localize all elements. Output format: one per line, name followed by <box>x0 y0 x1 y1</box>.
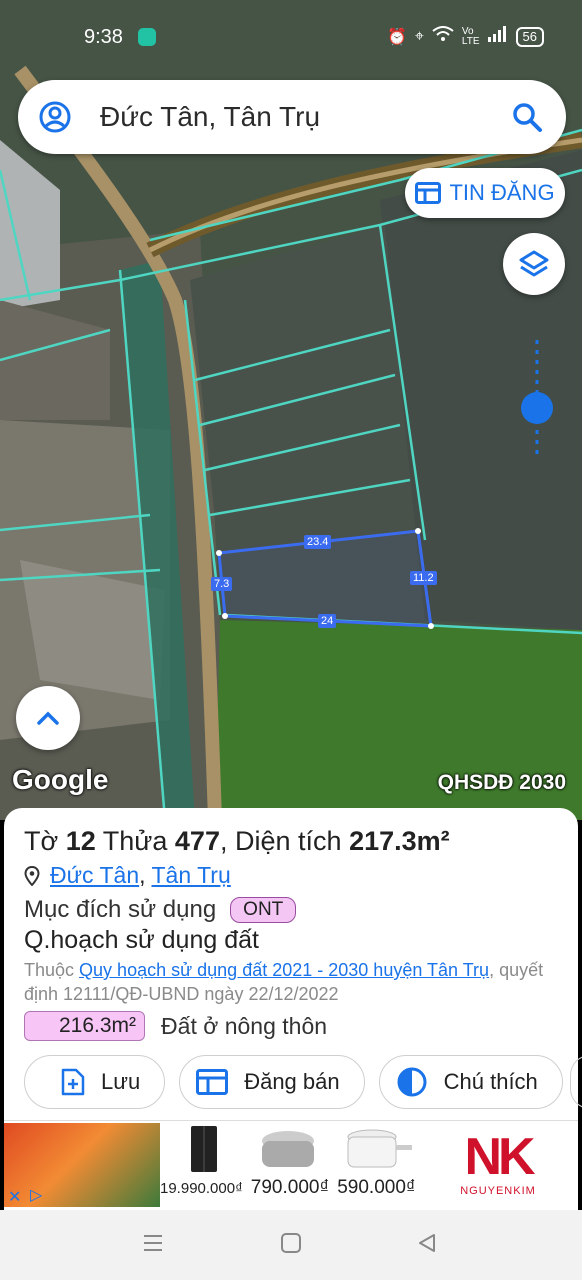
tin-dang-label: TIN ĐĂNG <box>449 180 555 205</box>
ad-price-2: 790.000₫ <box>250 1177 330 1198</box>
save-label: Lưu <box>101 1069 141 1094</box>
wifi-icon <box>432 26 454 47</box>
sell-label: Đăng bán <box>244 1069 340 1094</box>
ad-banner[interactable]: 19.990.000₫ 790.000₫ 590.000₫ NK NGUYENK… <box>4 1120 578 1210</box>
listing-icon <box>196 1069 229 1095</box>
volte-icon: Vo LTE <box>461 25 480 47</box>
tin-dang-button[interactable]: TIN ĐĂNG <box>405 168 565 218</box>
ad-image <box>4 1123 160 1207</box>
back-icon[interactable] <box>416 1232 438 1254</box>
planned-usage: Đất ở nông thôn <box>161 1012 328 1039</box>
planned-area-chip: 216.3m² <box>24 1011 146 1041</box>
alarm-icon: ⏰ <box>386 28 407 46</box>
commune-link[interactable]: Đức Tân <box>50 862 139 888</box>
belong-prefix: Thuộc <box>24 960 75 980</box>
ad-close-icon[interactable]: ✕ <box>8 1187 21 1207</box>
clock: 9:38 <box>84 26 123 48</box>
account-icon[interactable] <box>38 100 72 134</box>
nk-brand: NGUYENKIM <box>460 1185 536 1197</box>
parcel-info-sheet: Tờ 12 Thửa 477, Diện tích 217.3m² Đức Tâ… <box>4 808 582 1120</box>
listing-icon <box>415 182 442 204</box>
contrast-icon <box>397 1067 427 1097</box>
search-icon[interactable] <box>510 100 544 134</box>
usage-code-badge: ONT <box>230 897 297 923</box>
plan-reference: Thuộc Quy hoạch sử dụng đất 2021 - 2030 … <box>24 958 564 1006</box>
nk-logo-text: NK <box>464 1128 535 1186</box>
pot-image <box>347 1129 412 1168</box>
sell-button[interactable]: Đăng bán <box>179 1055 365 1109</box>
opacity-slider[interactable] <box>520 340 554 460</box>
expand-sheet-button[interactable] <box>16 686 80 750</box>
nguyenkim-logo: NK NGUYENKIM <box>452 1129 544 1197</box>
app-notification-icon <box>138 28 156 46</box>
battery-icon: 56 <box>515 26 544 47</box>
save-button[interactable]: Lưu <box>24 1055 166 1109</box>
plan-layer-label: QHSDĐ 2030 <box>437 771 566 794</box>
plan-link[interactable]: Quy hoạch sử dụng đất 2021 - 2030 huyện … <box>79 960 489 980</box>
usage-label: Mục đích sử dụng <box>24 896 217 923</box>
chevron-up-icon <box>37 711 59 725</box>
home-icon[interactable] <box>280 1232 302 1254</box>
search-query[interactable]: Đức Tân, Tân Trụ <box>100 101 320 133</box>
menu-icon[interactable] <box>142 1232 164 1254</box>
rice-cooker-image <box>262 1131 314 1167</box>
add-file-icon <box>61 1068 85 1096</box>
fridge-image <box>191 1126 217 1172</box>
edge-label-left: 7.3 <box>211 577 233 591</box>
area-label: Diện tích <box>234 826 342 856</box>
location-pin-icon <box>24 865 40 886</box>
edge-label-right: 11.2 <box>410 571 437 585</box>
search-bar[interactable]: Đức Tân, Tân Trụ <box>18 80 566 154</box>
edge-label-top: 23.4 <box>304 535 332 549</box>
location-icon: ⌖ <box>414 27 424 45</box>
map-view[interactable]: 23.4 7.3 11.2 24 9:38 ⏰ ⌖ Vo LTE 56 Đức … <box>0 0 582 820</box>
sheet-number: 12 <box>65 826 96 856</box>
legend-button[interactable]: Chú thích <box>378 1055 563 1109</box>
sheet-label: Tờ <box>24 826 59 856</box>
ad-choices-icon[interactable]: ▷ <box>30 1185 42 1205</box>
system-nav-bar <box>0 1210 582 1280</box>
layers-button[interactable] <box>503 233 565 295</box>
district-link[interactable]: Tân Trụ <box>152 862 231 888</box>
signal-icon <box>487 26 508 47</box>
parcel-location: Đức Tân, Tân Trụ <box>24 862 231 889</box>
parcel-number: 477 <box>174 826 220 856</box>
usage-row: Mục đích sử dụng ONT <box>24 896 297 924</box>
edge-label-bottom: 24 <box>318 614 337 628</box>
ad-price-1: 19.990.000₫ <box>160 1180 243 1197</box>
status-bar: 9:38 ⏰ ⌖ Vo LTE 56 <box>0 0 582 74</box>
more-actions-chip[interactable] <box>570 1055 582 1109</box>
parcel-title: Tờ 12 Thửa 477, Diện tích 217.3m² <box>24 826 450 856</box>
ad-prices: 19.990.000₫ 790.000₫ 590.000₫ <box>160 1177 416 1199</box>
layers-icon <box>519 250 549 277</box>
parcel-label: Thửa <box>102 826 168 856</box>
area-value: 217.3m² <box>349 826 450 856</box>
legend-label: Chú thích <box>443 1069 538 1094</box>
ad-price-3: 590.000₫ <box>337 1177 416 1198</box>
plan-title: Q.hoạch sử dụng đất <box>24 926 259 954</box>
google-logo: Google <box>12 764 109 795</box>
action-bar: Lưu Đăng bán Chú thích <box>24 1055 563 1109</box>
planned-area-row: 216.3m² Đất ở nông thôn <box>24 1011 327 1041</box>
